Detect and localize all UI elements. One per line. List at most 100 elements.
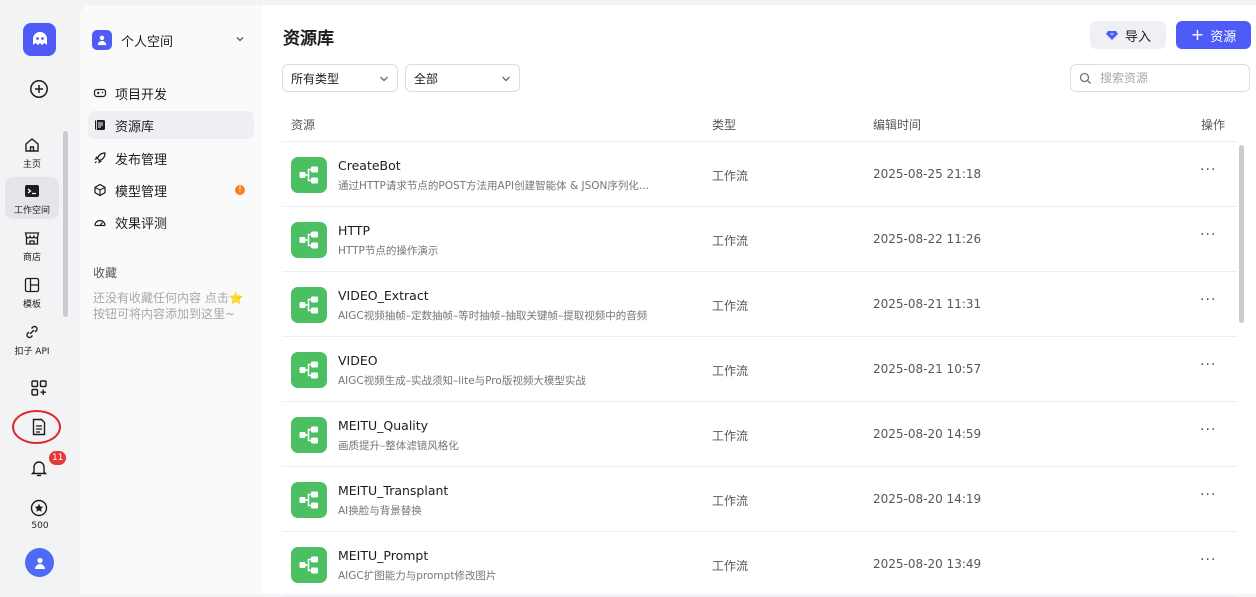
app-rail: 主页 工作空间 商店 模板 扣子 API 11 500 [0, 0, 80, 594]
bell-icon[interactable] [29, 458, 49, 478]
resource-description: HTTP节点的操作演示 [338, 245, 439, 257]
workflow-icon [291, 222, 327, 258]
edited-time: 2025-08-20 14:59 [873, 427, 982, 441]
workflow-icon [291, 157, 327, 193]
resource-description: AIGC扩图能力与prompt修改图片 [338, 570, 497, 582]
workflow-icon [291, 482, 327, 518]
rail-label: 商店 [22, 253, 41, 263]
table-row[interactable]: MEITU_Transplant AI换脸与背景替换 工作流 2025-08-2… [282, 467, 1237, 532]
chevron-down-icon [502, 76, 510, 82]
nav-item-library[interactable]: 资源库 [88, 111, 254, 139]
resource-type: 工作流 [712, 234, 749, 248]
user-icon [34, 557, 45, 569]
create-plus-icon[interactable] [29, 79, 49, 99]
search-input[interactable] [1098, 70, 1242, 86]
app-logo[interactable] [23, 23, 56, 56]
user-avatar[interactable] [25, 548, 54, 577]
space-avatar [92, 30, 112, 50]
workspace-sidebar: 个人空间 项目开发 资源库 发布管理 模型管理 ! 效果评测 收藏 还没有收藏任… [80, 5, 260, 594]
api-icon [26, 325, 38, 339]
table-row[interactable]: VIDEO AIGC视频生成–实战须知–lite与Pro版视频大模型实战 工作流… [282, 337, 1237, 402]
page-title: 资源库 [283, 29, 334, 49]
resource-search[interactable] [1070, 64, 1250, 92]
type-filter-select[interactable]: 所有类型 [282, 64, 398, 92]
cube-icon [94, 183, 106, 197]
workflow-icon [291, 417, 327, 453]
edited-time: 2025-08-20 14:19 [873, 492, 982, 506]
nav-item-evaluation[interactable]: 效果评测 [88, 208, 254, 236]
workflow-icon [291, 547, 327, 583]
main-scrollbar[interactable] [1239, 145, 1244, 323]
table-row[interactable]: MEITU_Quality 画质提升–整体滤镜风格化 工作流 2025-08-2… [282, 402, 1237, 467]
rail-item-templates[interactable]: 模板 [5, 271, 59, 313]
more-actions-button[interactable]: ··· [1200, 162, 1216, 178]
table-row[interactable]: HTTP HTTP节点的操作演示 工作流 2025-08-22 11:26 ··… [282, 207, 1237, 272]
favorites-empty-hint: 还没有收藏任何内容 点击⭐按钮可将内容添加到这里~ [93, 291, 244, 321]
nav-item-models[interactable]: 模型管理 ! [88, 176, 254, 204]
nav-label: 发布管理 [115, 152, 168, 168]
more-actions-button[interactable]: ··· [1200, 227, 1216, 243]
more-actions-button[interactable]: ··· [1200, 422, 1216, 438]
nav-item-projects[interactable]: 项目开发 [88, 79, 254, 107]
favorites-title: 收藏 [93, 266, 118, 280]
points-balance: 500 [31, 521, 49, 531]
type-filter-value: 所有类型 [291, 71, 340, 86]
template-icon [24, 277, 40, 293]
resource-library: 资源库 导入 + 资源 所有类型 全部 资源 类型 编辑时间 操作 Create… [261, 5, 1256, 597]
resource-name: MEITU_Prompt [338, 548, 429, 563]
more-actions-button[interactable]: ··· [1200, 487, 1216, 503]
rail-item-workspace[interactable]: 工作空间 [5, 177, 59, 219]
gauge-icon [94, 219, 106, 227]
column-header-actions: 操作 [1201, 118, 1226, 132]
more-actions-button[interactable]: ··· [1200, 552, 1216, 568]
search-icon [1079, 72, 1091, 84]
scope-filter-select[interactable]: 全部 [405, 64, 520, 92]
edited-time: 2025-08-21 11:31 [873, 297, 982, 311]
library-icon [95, 120, 105, 130]
column-header-resource: 资源 [291, 118, 316, 132]
home-icon [25, 138, 39, 152]
space-switcher[interactable]: 个人空间 [92, 28, 247, 52]
resource-type: 工作流 [712, 429, 749, 443]
resource-name: VIDEO_Extract [338, 288, 429, 303]
edited-time: 2025-08-25 21:18 [873, 167, 982, 181]
workflow-icon [291, 352, 327, 388]
resource-description: AI换脸与背景替换 [338, 505, 422, 517]
resource-type: 工作流 [712, 364, 749, 378]
column-header-type: 类型 [712, 118, 737, 132]
resource-name: CreateBot [338, 158, 401, 173]
star-coin-icon[interactable] [29, 498, 49, 518]
plus-icon: + [1190, 25, 1205, 44]
model-alert-badge: ! [235, 185, 245, 195]
rail-item-store[interactable]: 商店 [5, 224, 59, 266]
nav-item-publish[interactable]: 发布管理 [88, 144, 254, 172]
add-resource-button[interactable]: + 资源 [1176, 21, 1251, 49]
nav-label: 模型管理 [115, 184, 168, 200]
table-row[interactable]: CreateBot 通过HTTP请求节点的POST方法用API创建智能体 & J… [282, 142, 1237, 207]
table-row[interactable]: MEITU_Prompt AIGC扩图能力与prompt修改图片 工作流 202… [282, 532, 1237, 597]
resource-name: MEITU_Transplant [338, 483, 449, 498]
rail-label: 主页 [22, 160, 41, 170]
table-row[interactable]: VIDEO_Extract AIGC视频抽帧–定数抽帧–等时抽帧–抽取关键帧–提… [282, 272, 1237, 337]
scope-filter-value: 全部 [414, 71, 439, 86]
rocket-icon [94, 152, 106, 164]
workflow-icon [291, 287, 327, 323]
more-actions-button[interactable]: ··· [1200, 357, 1216, 373]
apps-grid-icon[interactable] [29, 378, 49, 398]
notification-badge: 11 [49, 451, 67, 465]
gamepad-icon [93, 88, 107, 98]
user-icon [97, 35, 107, 46]
rail-item-api[interactable]: 扣子 API [5, 318, 59, 360]
import-button[interactable]: 导入 [1090, 21, 1166, 49]
store-icon [24, 232, 40, 245]
resource-description: AIGC视频抽帧–定数抽帧–等时抽帧–抽取关键帧–提取视频中的音频 [338, 310, 648, 322]
import-label: 导入 [1124, 29, 1151, 45]
resource-type: 工作流 [712, 169, 749, 183]
space-name: 个人空间 [121, 34, 174, 50]
more-actions-button[interactable]: ··· [1200, 292, 1216, 308]
rail-item-home[interactable]: 主页 [5, 131, 59, 173]
nav-label: 项目开发 [115, 87, 168, 103]
column-header-edited: 编辑时间 [873, 118, 922, 132]
rail-scrollbar[interactable] [63, 131, 68, 317]
resource-name: HTTP [338, 223, 370, 238]
